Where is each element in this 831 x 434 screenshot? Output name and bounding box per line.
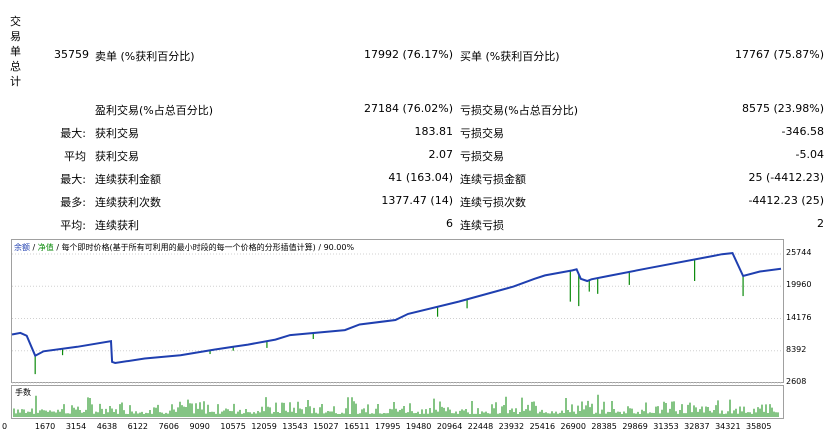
x-tick-label: 32837 [684,422,710,431]
x-tick-label: 17995 [375,422,401,431]
balance-series-line [11,252,782,365]
x-tick-label: 0 [2,422,8,431]
x-tick-label: 22448 [467,422,494,431]
y-tick-label: 14176 [786,312,812,322]
chart-plot [11,252,782,417]
x-tick-label: 28385 [591,422,617,431]
x-tick-label: 13543 [282,422,308,431]
x-tick-label: 6122 [127,422,149,431]
x-tick-label: 25416 [529,422,556,431]
x-tick-label: 7606 [158,422,179,431]
x-tick-label: 10575 [220,422,246,431]
x-tick-label: 19480 [405,422,432,431]
x-tick-label: 31353 [653,422,679,431]
x-tick-label: 20964 [436,422,463,431]
x-tick-label: 3154 [65,422,87,431]
x-tick-label: 9090 [189,422,210,431]
x-tick-label: 16511 [344,422,370,431]
y-tick-label: 2608 [786,377,807,386]
x-tick-label: 34321 [715,422,741,431]
x-tick-label: 29869 [622,422,648,431]
y-tick-label: 8392 [786,344,807,354]
x-tick-label: 4638 [96,422,118,431]
x-tick-label: 12059 [251,422,277,431]
y-tick-label: 25744 [786,248,812,257]
x-tick-label: 1670 [34,422,56,431]
y-tick-label: 19960 [786,280,812,290]
x-tick-label: 23932 [498,422,525,431]
x-tick-label: 15027 [313,422,339,431]
x-tick-label: 35805 [746,422,772,431]
x-tick-label: 26900 [560,422,586,431]
